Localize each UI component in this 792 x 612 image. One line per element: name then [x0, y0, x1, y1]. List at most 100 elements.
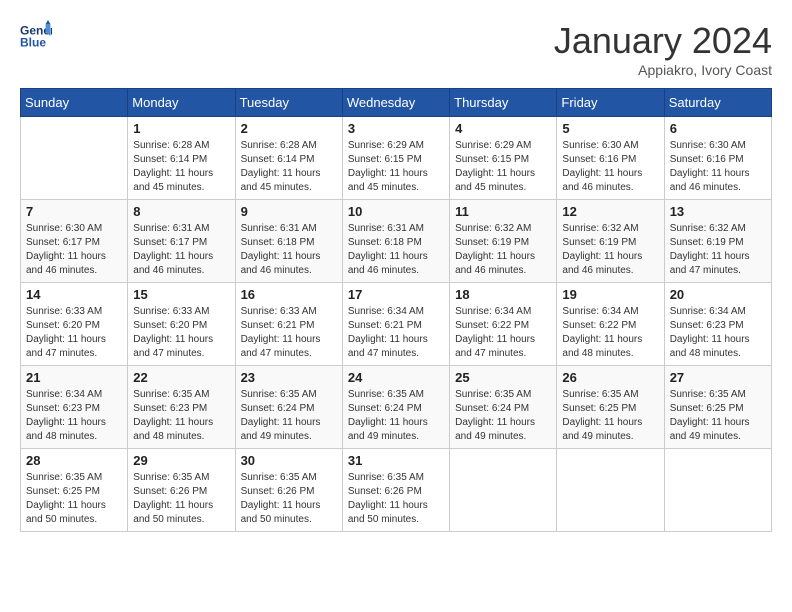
calendar-week: 28 Sunrise: 6:35 AMSunset: 6:25 PMDaylig… — [21, 449, 772, 532]
calendar-day: 31 Sunrise: 6:35 AMSunset: 6:26 PMDaylig… — [342, 449, 449, 532]
day-info: Sunrise: 6:34 AMSunset: 6:22 PMDaylight:… — [562, 305, 658, 361]
day-info: Sunrise: 6:35 AMSunset: 6:25 PMDaylight:… — [562, 388, 658, 444]
day-info: Sunrise: 6:34 AMSunset: 6:22 PMDaylight:… — [455, 305, 551, 361]
calendar-day: 3 Sunrise: 6:29 AMSunset: 6:15 PMDayligh… — [342, 117, 449, 200]
calendar-day: 2 Sunrise: 6:28 AMSunset: 6:14 PMDayligh… — [235, 117, 342, 200]
day-number: 2 — [241, 121, 337, 136]
day-number: 1 — [133, 121, 229, 136]
calendar-week: 14 Sunrise: 6:33 AMSunset: 6:20 PMDaylig… — [21, 283, 772, 366]
calendar-day: 29 Sunrise: 6:35 AMSunset: 6:26 PMDaylig… — [128, 449, 235, 532]
calendar-day: 5 Sunrise: 6:30 AMSunset: 6:16 PMDayligh… — [557, 117, 664, 200]
calendar-day: 9 Sunrise: 6:31 AMSunset: 6:18 PMDayligh… — [235, 200, 342, 283]
day-info: Sunrise: 6:35 AMSunset: 6:24 PMDaylight:… — [348, 388, 444, 444]
day-info: Sunrise: 6:28 AMSunset: 6:14 PMDaylight:… — [241, 139, 337, 195]
day-info: Sunrise: 6:34 AMSunset: 6:23 PMDaylight:… — [670, 305, 766, 361]
day-number: 14 — [26, 287, 122, 302]
day-info: Sunrise: 6:33 AMSunset: 6:20 PMDaylight:… — [26, 305, 122, 361]
calendar-week: 1 Sunrise: 6:28 AMSunset: 6:14 PMDayligh… — [21, 117, 772, 200]
calendar-day: 23 Sunrise: 6:35 AMSunset: 6:24 PMDaylig… — [235, 366, 342, 449]
day-header: Thursday — [450, 89, 557, 117]
day-number: 21 — [26, 370, 122, 385]
day-header: Tuesday — [235, 89, 342, 117]
day-header: Sunday — [21, 89, 128, 117]
day-info: Sunrise: 6:32 AMSunset: 6:19 PMDaylight:… — [455, 222, 551, 278]
day-number: 28 — [26, 453, 122, 468]
calendar-day: 12 Sunrise: 6:32 AMSunset: 6:19 PMDaylig… — [557, 200, 664, 283]
day-info: Sunrise: 6:35 AMSunset: 6:26 PMDaylight:… — [241, 471, 337, 527]
day-header: Monday — [128, 89, 235, 117]
day-number: 18 — [455, 287, 551, 302]
day-number: 4 — [455, 121, 551, 136]
day-number: 22 — [133, 370, 229, 385]
day-number: 26 — [562, 370, 658, 385]
day-header: Friday — [557, 89, 664, 117]
calendar-day: 11 Sunrise: 6:32 AMSunset: 6:19 PMDaylig… — [450, 200, 557, 283]
calendar-day: 18 Sunrise: 6:34 AMSunset: 6:22 PMDaylig… — [450, 283, 557, 366]
day-info: Sunrise: 6:35 AMSunset: 6:25 PMDaylight:… — [26, 471, 122, 527]
month-title: January 2024 — [554, 20, 772, 62]
day-number: 7 — [26, 204, 122, 219]
calendar-day: 14 Sunrise: 6:33 AMSunset: 6:20 PMDaylig… — [21, 283, 128, 366]
day-info: Sunrise: 6:35 AMSunset: 6:24 PMDaylight:… — [455, 388, 551, 444]
calendar-day: 25 Sunrise: 6:35 AMSunset: 6:24 PMDaylig… — [450, 366, 557, 449]
day-number: 15 — [133, 287, 229, 302]
day-number: 23 — [241, 370, 337, 385]
svg-text:Blue: Blue — [20, 35, 46, 49]
day-info: Sunrise: 6:32 AMSunset: 6:19 PMDaylight:… — [670, 222, 766, 278]
calendar-day — [664, 449, 771, 532]
day-info: Sunrise: 6:31 AMSunset: 6:18 PMDaylight:… — [348, 222, 444, 278]
calendar-day: 26 Sunrise: 6:35 AMSunset: 6:25 PMDaylig… — [557, 366, 664, 449]
day-info: Sunrise: 6:29 AMSunset: 6:15 PMDaylight:… — [455, 139, 551, 195]
page-header: General Blue January 2024 Appiakro, Ivor… — [20, 20, 772, 78]
calendar-day: 10 Sunrise: 6:31 AMSunset: 6:18 PMDaylig… — [342, 200, 449, 283]
day-number: 27 — [670, 370, 766, 385]
day-info: Sunrise: 6:31 AMSunset: 6:17 PMDaylight:… — [133, 222, 229, 278]
day-info: Sunrise: 6:32 AMSunset: 6:19 PMDaylight:… — [562, 222, 658, 278]
day-info: Sunrise: 6:30 AMSunset: 6:17 PMDaylight:… — [26, 222, 122, 278]
day-number: 20 — [670, 287, 766, 302]
day-info: Sunrise: 6:34 AMSunset: 6:23 PMDaylight:… — [26, 388, 122, 444]
calendar-day: 8 Sunrise: 6:31 AMSunset: 6:17 PMDayligh… — [128, 200, 235, 283]
day-header: Wednesday — [342, 89, 449, 117]
day-number: 11 — [455, 204, 551, 219]
day-number: 24 — [348, 370, 444, 385]
day-number: 13 — [670, 204, 766, 219]
calendar-day — [21, 117, 128, 200]
day-number: 6 — [670, 121, 766, 136]
day-info: Sunrise: 6:31 AMSunset: 6:18 PMDaylight:… — [241, 222, 337, 278]
day-number: 16 — [241, 287, 337, 302]
day-number: 25 — [455, 370, 551, 385]
day-info: Sunrise: 6:30 AMSunset: 6:16 PMDaylight:… — [670, 139, 766, 195]
day-number: 9 — [241, 204, 337, 219]
calendar-day — [450, 449, 557, 532]
calendar-table: SundayMondayTuesdayWednesdayThursdayFrid… — [20, 88, 772, 532]
calendar-day: 19 Sunrise: 6:34 AMSunset: 6:22 PMDaylig… — [557, 283, 664, 366]
calendar-day: 7 Sunrise: 6:30 AMSunset: 6:17 PMDayligh… — [21, 200, 128, 283]
day-header: Saturday — [664, 89, 771, 117]
day-number: 31 — [348, 453, 444, 468]
day-number: 30 — [241, 453, 337, 468]
calendar-day: 4 Sunrise: 6:29 AMSunset: 6:15 PMDayligh… — [450, 117, 557, 200]
day-info: Sunrise: 6:34 AMSunset: 6:21 PMDaylight:… — [348, 305, 444, 361]
calendar-day: 24 Sunrise: 6:35 AMSunset: 6:24 PMDaylig… — [342, 366, 449, 449]
day-number: 12 — [562, 204, 658, 219]
subtitle: Appiakro, Ivory Coast — [554, 62, 772, 78]
calendar-day: 6 Sunrise: 6:30 AMSunset: 6:16 PMDayligh… — [664, 117, 771, 200]
day-info: Sunrise: 6:35 AMSunset: 6:26 PMDaylight:… — [348, 471, 444, 527]
day-number: 3 — [348, 121, 444, 136]
day-info: Sunrise: 6:30 AMSunset: 6:16 PMDaylight:… — [562, 139, 658, 195]
calendar-day — [557, 449, 664, 532]
day-info: Sunrise: 6:35 AMSunset: 6:24 PMDaylight:… — [241, 388, 337, 444]
day-number: 29 — [133, 453, 229, 468]
calendar-day: 30 Sunrise: 6:35 AMSunset: 6:26 PMDaylig… — [235, 449, 342, 532]
calendar-day: 17 Sunrise: 6:34 AMSunset: 6:21 PMDaylig… — [342, 283, 449, 366]
calendar-day: 22 Sunrise: 6:35 AMSunset: 6:23 PMDaylig… — [128, 366, 235, 449]
calendar-day: 20 Sunrise: 6:34 AMSunset: 6:23 PMDaylig… — [664, 283, 771, 366]
day-info: Sunrise: 6:35 AMSunset: 6:25 PMDaylight:… — [670, 388, 766, 444]
day-info: Sunrise: 6:35 AMSunset: 6:26 PMDaylight:… — [133, 471, 229, 527]
title-block: January 2024 Appiakro, Ivory Coast — [554, 20, 772, 78]
day-number: 8 — [133, 204, 229, 219]
day-info: Sunrise: 6:33 AMSunset: 6:21 PMDaylight:… — [241, 305, 337, 361]
day-number: 19 — [562, 287, 658, 302]
calendar-day: 21 Sunrise: 6:34 AMSunset: 6:23 PMDaylig… — [21, 366, 128, 449]
